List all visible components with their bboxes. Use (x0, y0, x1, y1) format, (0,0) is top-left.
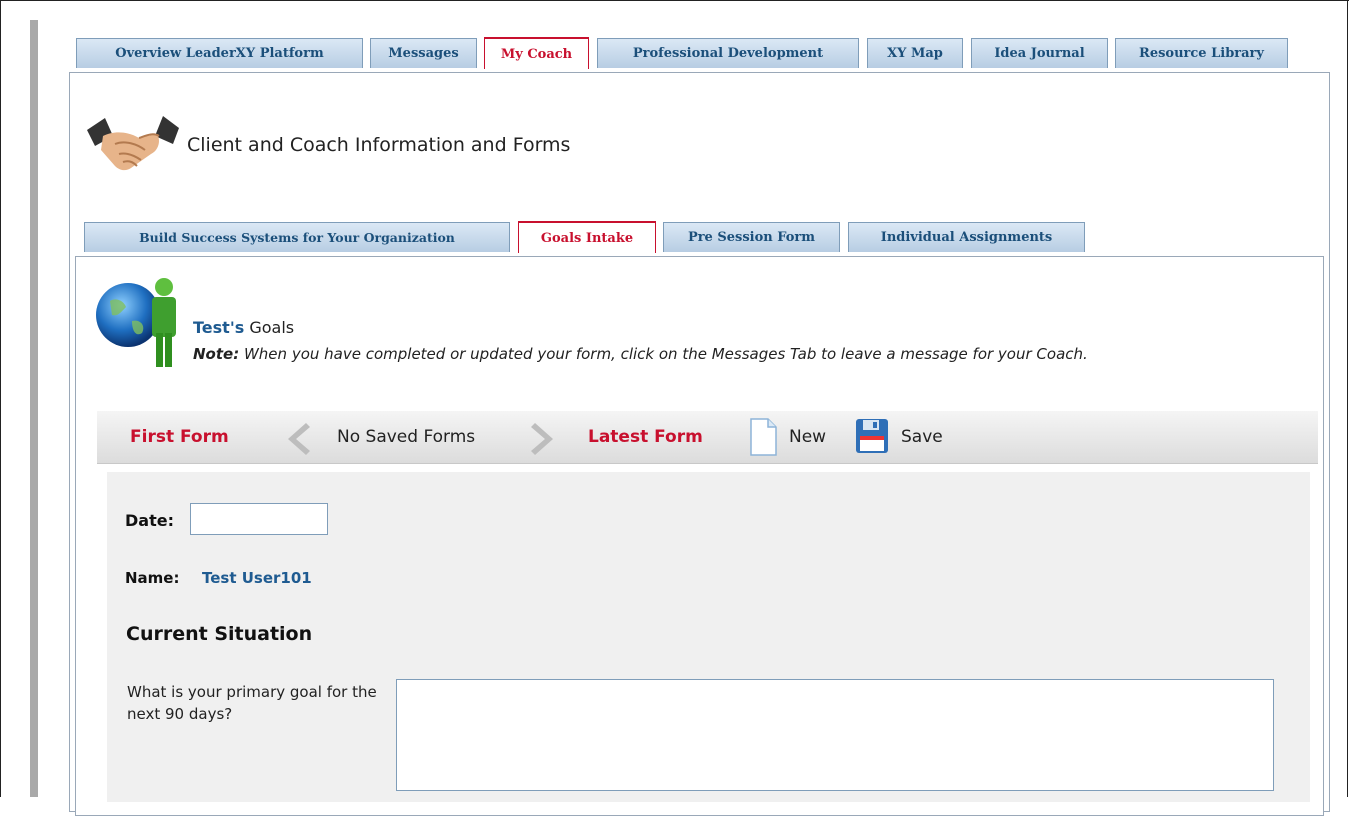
tab-professional-development[interactable]: Professional Development (597, 38, 859, 68)
tab-xy-map[interactable]: XY Map (867, 38, 963, 68)
saved-forms-status: No Saved Forms (337, 427, 476, 447)
save-form-button[interactable]: Save (901, 427, 943, 447)
date-label: Date: (125, 511, 174, 530)
tab-my-coach[interactable]: My Coach (484, 37, 589, 69)
globe-person-icon (96, 277, 188, 369)
goals-title: Test's Goals (193, 318, 294, 337)
date-field[interactable] (190, 503, 328, 535)
tab-overview[interactable]: Overview LeaderXY Platform (76, 38, 363, 68)
frame-top-border (0, 0, 1349, 1)
handshake-icon (85, 110, 181, 176)
latest-form-link[interactable]: Latest Form (588, 427, 703, 447)
subtab-goals-intake[interactable]: Goals Intake (518, 221, 656, 253)
note-text: Note: When you have completed or updated… (193, 345, 1088, 363)
first-form-link[interactable]: First Form (130, 427, 229, 447)
note-label: Note: (193, 345, 240, 363)
current-situation-heading: Current Situation (126, 623, 313, 645)
name-value: Test User101 (202, 569, 312, 587)
subtab-individual-assignments[interactable]: Individual Assignments (848, 222, 1085, 252)
primary-goal-question: What is your primary goal for the next 9… (127, 683, 377, 723)
tab-resource-library[interactable]: Resource Library (1115, 38, 1288, 68)
subtab-pre-session-form[interactable]: Pre Session Form (663, 222, 840, 252)
chevron-left-icon[interactable] (280, 419, 320, 459)
page-title: Client and Coach Information and Forms (187, 134, 571, 156)
document-icon[interactable] (748, 417, 778, 457)
left-scroll-rail (30, 20, 38, 797)
goals-title-suffix: Goals (244, 318, 295, 337)
name-label: Name: (125, 569, 180, 587)
new-form-button[interactable]: New (789, 427, 826, 447)
note-body: When you have completed or updated your … (239, 345, 1088, 363)
floppy-disk-icon[interactable] (855, 418, 889, 454)
tab-messages[interactable]: Messages (370, 38, 477, 68)
tab-idea-journal[interactable]: Idea Journal (971, 38, 1108, 68)
frame-left-border (0, 0, 1, 797)
frame-right-border (1347, 0, 1348, 797)
goals-owner: Test's (193, 318, 245, 337)
subtab-build-success-systems[interactable]: Build Success Systems for Your Organizat… (84, 222, 510, 252)
primary-goal-answer[interactable] (396, 679, 1274, 791)
chevron-right-icon[interactable] (521, 419, 561, 459)
